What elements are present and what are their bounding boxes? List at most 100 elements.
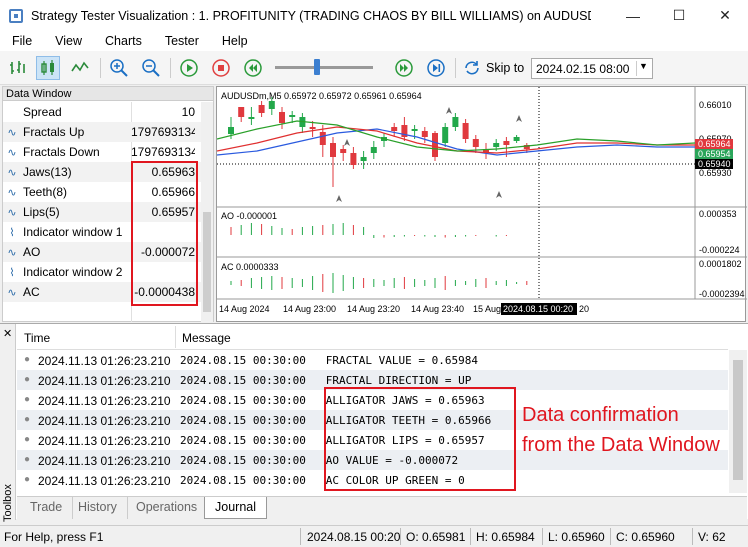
price-tag-label: 0.65954 [698,149,731,159]
column-time[interactable]: Time [24,331,50,345]
candle-body [319,132,326,145]
indicator-icon: ∿ [7,286,17,299]
time-tick: 14 Aug 23:40 [411,304,464,314]
tab-journal[interactable]: Journal [204,497,267,519]
tab-trade[interactable]: Trade [20,497,74,519]
data-window-row-name: Teeth(8) [23,185,68,199]
ac-label: AC 0.0000333 [221,262,279,272]
close-button[interactable]: ✕ [702,0,748,31]
bullet-icon: ● [24,474,31,485]
journal-scrollbar[interactable] [729,350,747,493]
skip-to-label: Skip to [486,61,525,75]
speed-slider-track[interactable] [275,66,373,69]
journal-row-time: 2024.11.13 01:26:23.210 [38,414,171,428]
candle-body [472,139,479,147]
minimize-button[interactable]: — [610,0,656,31]
line-chart-button[interactable] [68,56,92,80]
play-button[interactable] [177,56,201,80]
zoom-out-button[interactable] [139,56,163,80]
time-tick: 14 Aug 2024 [219,304,270,314]
tab-history[interactable]: History [68,497,128,519]
indicator-icon: ∿ [7,126,17,139]
candle-body [493,143,500,147]
journal-header: Time Message [17,324,728,350]
chart-header: AUDUSDm,M5 0.65972 0.65972 0.65961 0.659… [221,91,422,101]
rewind-icon [244,59,262,77]
candle-body [279,112,285,123]
chevron-down-icon[interactable]: ▼ [636,61,650,76]
step-forward-button[interactable] [424,56,448,80]
step-forward-icon [427,59,445,77]
candle-body [503,141,510,145]
data-window-row[interactable]: ∿ Fractals Down 17976931348... [3,142,201,162]
data-window-row-name: AO [23,245,41,259]
candle-body [248,117,255,119]
app-icon [9,8,23,23]
indicator-icon: ∿ [7,146,17,159]
journal-row-message: 2024.08.15 00:30:00 FRACTAL VALUE = 0.65… [180,354,479,367]
time-tick: 14 Aug 23:00 [283,304,336,314]
close-icon[interactable]: ✕ [3,327,12,340]
time-tag-label: 2024.08.15 00:20 [503,304,573,314]
ac-tick: -0.0002394 [699,289,745,299]
menu-charts[interactable]: Charts [93,34,153,48]
speed-slider-thumb[interactable] [314,59,320,75]
candle-body [268,101,275,109]
candle-body [289,115,296,117]
time-tick: 14 Aug 23:20 [347,304,400,314]
journal-row[interactable]: ● 2024.11.13 01:26:23.210 2024.08.15 00:30… [17,350,728,370]
data-window-row-name: AC [23,285,40,299]
toolbox-tabs: Trade History Operations Journal [17,496,747,520]
candle-body [391,127,398,131]
candle-body [228,127,234,134]
price-tick: 0.65930 [699,168,732,178]
bar-chart-button[interactable] [6,56,30,80]
fast-forward-button[interactable] [392,56,416,80]
candle-body [340,149,347,153]
fractal-arrow [446,107,452,114]
maximize-button[interactable]: ☐ [656,0,702,31]
candle-body [258,105,265,113]
indicator-icon: ∿ [7,206,17,219]
data-window-scrollbar[interactable] [201,102,213,322]
price-tag-label: 0.65964 [698,139,731,149]
chart-area[interactable]: AUDUSDm,M5 0.65972 0.65972 0.65961 0.659… [216,86,747,322]
stop-button[interactable] [209,56,233,80]
menu-tester[interactable]: Tester [153,34,210,48]
bullet-icon: ● [24,414,31,425]
menu-bar: File View Charts Tester Help [0,31,748,51]
data-window-row-name: Indicator window 1 [23,225,123,239]
status-bar: For Help, press F1 2024.08.15 00:20 O: 0… [0,525,748,547]
data-window-row[interactable]: ∿ Fractals Up 17976931348... [3,122,201,142]
bullet-icon: ● [24,374,31,385]
tab-operations[interactable]: Operations [126,497,209,519]
ac-tick: 0.0001802 [699,259,742,269]
data-window-row-value: 17976931348... [131,145,195,159]
status-open: O: 0.65981 [406,530,466,544]
fractal-arrow [344,139,350,146]
candle-body [238,107,245,117]
rewind-button[interactable] [241,56,265,80]
candlestick-icon [41,60,54,75]
candle-body [452,117,459,127]
journal-row-time: 2024.11.13 01:26:23.210 [38,454,171,468]
candle-body [370,147,377,153]
menu-help[interactable]: Help [210,34,259,48]
candlestick-button[interactable] [36,56,60,80]
zoom-out-icon [142,59,160,77]
data-window-row-name: Fractals Up [23,125,85,139]
journal-row-time: 2024.11.13 01:26:23.210 [38,474,171,488]
menu-file[interactable]: File [0,34,43,48]
ao-label: AO -0.000001 [221,211,277,221]
column-message[interactable]: Message [182,331,231,345]
skip-to-button[interactable] [460,56,484,80]
data-window-row-name: Indicator window 2 [23,265,123,279]
skip-date-input[interactable]: 2024.02.15 08:00 ▼ [531,58,653,79]
time-tick: 15 Aug [473,304,501,314]
menu-view[interactable]: View [43,34,93,48]
price-tick: 0.66010 [699,100,732,110]
data-window-row[interactable]: Spread 10 [3,102,201,122]
ao-tick: -0.000224 [699,245,740,255]
indicator-icon: ∿ [7,166,17,179]
zoom-in-button[interactable] [107,56,131,80]
